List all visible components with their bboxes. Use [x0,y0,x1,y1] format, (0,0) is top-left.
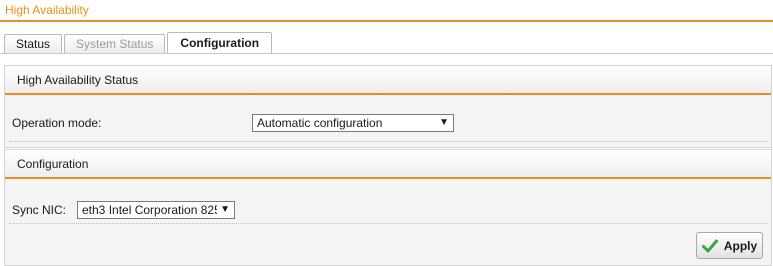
ha-status-panel-title: High Availability Status [5,66,771,95]
dotted-divider [9,223,767,224]
tab-divider [0,53,773,54]
dotted-divider [9,141,767,142]
sync-nic-row: Sync NIC: eth3 Intel Corporation 825 ▼ [5,190,771,230]
operation-mode-label: Operation mode: [12,116,102,130]
check-icon [701,239,718,252]
configuration-panel: Configuration Sync NIC: eth3 Intel Corpo… [4,149,772,266]
ha-status-panel: High Availability Status Operation mode:… [4,65,772,148]
configuration-panel-title: Configuration [5,150,771,179]
tab-system-status: System Status [64,34,166,54]
sync-nic-value: eth3 Intel Corporation 825 [82,203,221,217]
chevron-down-icon: ▼ [217,202,230,218]
sync-nic-select[interactable]: eth3 Intel Corporation 825 ▼ [77,201,235,219]
tab-status[interactable]: Status [4,34,63,54]
page-title: High Availability [5,3,89,17]
apply-button[interactable]: Apply [696,232,763,259]
operation-mode-select[interactable]: Automatic configuration ▼ [252,114,454,132]
sync-nic-label: Sync NIC: [12,203,67,217]
page-header: High Availability [0,0,773,22]
tab-bar: Status System Status Configuration [4,32,274,54]
operation-mode-value: Automatic configuration [257,116,383,130]
apply-label: Apply [723,238,758,253]
operation-mode-row: Operation mode: Automatic configuration … [5,105,771,145]
tab-configuration[interactable]: Configuration [167,32,273,54]
high-availability-page: High Availability Status System Status C… [0,0,773,266]
chevron-down-icon: ▼ [436,115,449,131]
